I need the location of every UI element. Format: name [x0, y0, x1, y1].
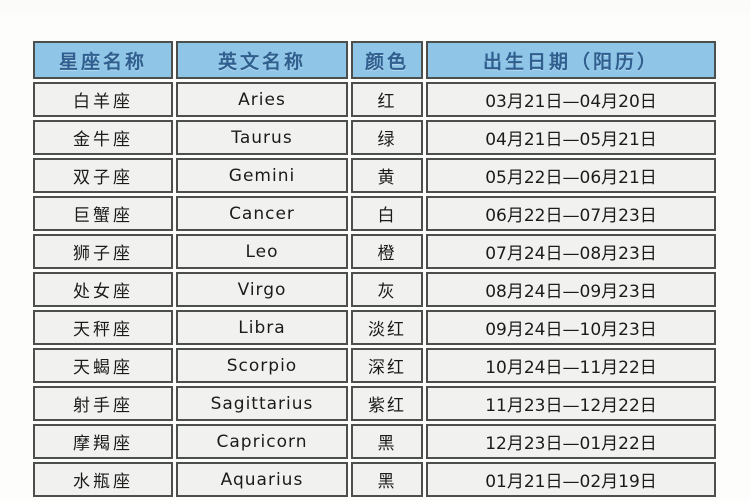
- cell-zodiac-name: 水瓶座: [33, 462, 173, 497]
- cell-birth-date: 12月23日—01月22日: [426, 424, 716, 459]
- cell-zodiac-name: 金牛座: [33, 120, 173, 155]
- cell-birth-date: 10月24日—11月22日: [426, 348, 716, 383]
- cell-english-name: Aquarius: [176, 462, 348, 497]
- table-body: 白羊座 Aries 红 03月21日—04月20日 金牛座 Taurus 绿 0…: [33, 82, 716, 497]
- table-row: 摩羯座 Capricorn 黑 12月23日—01月22日: [33, 424, 716, 459]
- cell-zodiac-name: 狮子座: [33, 234, 173, 269]
- table-row: 白羊座 Aries 红 03月21日—04月20日: [33, 82, 716, 117]
- table-row: 金牛座 Taurus 绿 04月21日—05月21日: [33, 120, 716, 155]
- cell-zodiac-name: 处女座: [33, 272, 173, 307]
- cell-zodiac-name: 射手座: [33, 386, 173, 421]
- cell-english-name: Cancer: [176, 196, 348, 231]
- cell-color: 深红: [351, 348, 423, 383]
- top-clipped-text: · · · · · · · · · · ·: [288, 0, 480, 6]
- cell-zodiac-name: 双子座: [33, 158, 173, 193]
- cell-color: 白: [351, 196, 423, 231]
- cell-english-name: Sagittarius: [176, 386, 348, 421]
- zodiac-table-container: 星座名称 英文名称 颜色 出生日期（阳历） 白羊座 Aries 红 03月21日…: [30, 38, 718, 500]
- cell-color: 紫红: [351, 386, 423, 421]
- cell-birth-date: 04月21日—05月21日: [426, 120, 716, 155]
- cell-zodiac-name: 天蝎座: [33, 348, 173, 383]
- cell-birth-date: 08月24日—09月23日: [426, 272, 716, 307]
- column-header-english-name: 英文名称: [176, 41, 348, 79]
- cell-zodiac-name: 摩羯座: [33, 424, 173, 459]
- cell-color: 黄: [351, 158, 423, 193]
- cell-english-name: Leo: [176, 234, 348, 269]
- table-row: 水瓶座 Aquarius 黑 01月21日—02月19日: [33, 462, 716, 497]
- table-header: 星座名称 英文名称 颜色 出生日期（阳历）: [33, 41, 716, 79]
- column-header-zodiac-name: 星座名称: [33, 41, 173, 79]
- cell-birth-date: 06月22日—07月23日: [426, 196, 716, 231]
- cell-birth-date: 03月21日—04月20日: [426, 82, 716, 117]
- table-header-row: 星座名称 英文名称 颜色 出生日期（阳历）: [33, 41, 716, 79]
- table-row: 双子座 Gemini 黄 05月22日—06月21日: [33, 158, 716, 193]
- cell-english-name: Aries: [176, 82, 348, 117]
- cell-zodiac-name: 天秤座: [33, 310, 173, 345]
- cell-birth-date: 11月23日—12月22日: [426, 386, 716, 421]
- zodiac-reference-page: · · · · · · · · · · · 星座名称 英文名称 颜色 出生日期（…: [0, 0, 750, 500]
- cell-color: 红: [351, 82, 423, 117]
- table-row: 处女座 Virgo 灰 08月24日—09月23日: [33, 272, 716, 307]
- cell-english-name: Gemini: [176, 158, 348, 193]
- table-row: 天秤座 Libra 淡红 09月24日—10月23日: [33, 310, 716, 345]
- cell-english-name: Capricorn: [176, 424, 348, 459]
- cell-color: 橙: [351, 234, 423, 269]
- top-clipped-strip: · · · · · · · · · · ·: [0, 0, 750, 13]
- table-row: 巨蟹座 Cancer 白 06月22日—07月23日: [33, 196, 716, 231]
- cell-color: 淡红: [351, 310, 423, 345]
- cell-color: 黑: [351, 424, 423, 459]
- cell-birth-date: 07月24日—08月23日: [426, 234, 716, 269]
- cell-english-name: Virgo: [176, 272, 348, 307]
- cell-color: 灰: [351, 272, 423, 307]
- cell-english-name: Libra: [176, 310, 348, 345]
- column-header-color: 颜色: [351, 41, 423, 79]
- table-row: 狮子座 Leo 橙 07月24日—08月23日: [33, 234, 716, 269]
- column-header-birth-date: 出生日期（阳历）: [426, 41, 716, 79]
- cell-english-name: Scorpio: [176, 348, 348, 383]
- cell-english-name: Taurus: [176, 120, 348, 155]
- cell-zodiac-name: 巨蟹座: [33, 196, 173, 231]
- cell-color: 黑: [351, 462, 423, 497]
- cell-zodiac-name: 白羊座: [33, 82, 173, 117]
- cell-birth-date: 01月21日—02月19日: [426, 462, 716, 497]
- table-row: 射手座 Sagittarius 紫红 11月23日—12月22日: [33, 386, 716, 421]
- cell-birth-date: 09月24日—10月23日: [426, 310, 716, 345]
- cell-color: 绿: [351, 120, 423, 155]
- cell-birth-date: 05月22日—06月21日: [426, 158, 716, 193]
- table-row: 天蝎座 Scorpio 深红 10月24日—11月22日: [33, 348, 716, 383]
- zodiac-table: 星座名称 英文名称 颜色 出生日期（阳历） 白羊座 Aries 红 03月21日…: [30, 38, 719, 500]
